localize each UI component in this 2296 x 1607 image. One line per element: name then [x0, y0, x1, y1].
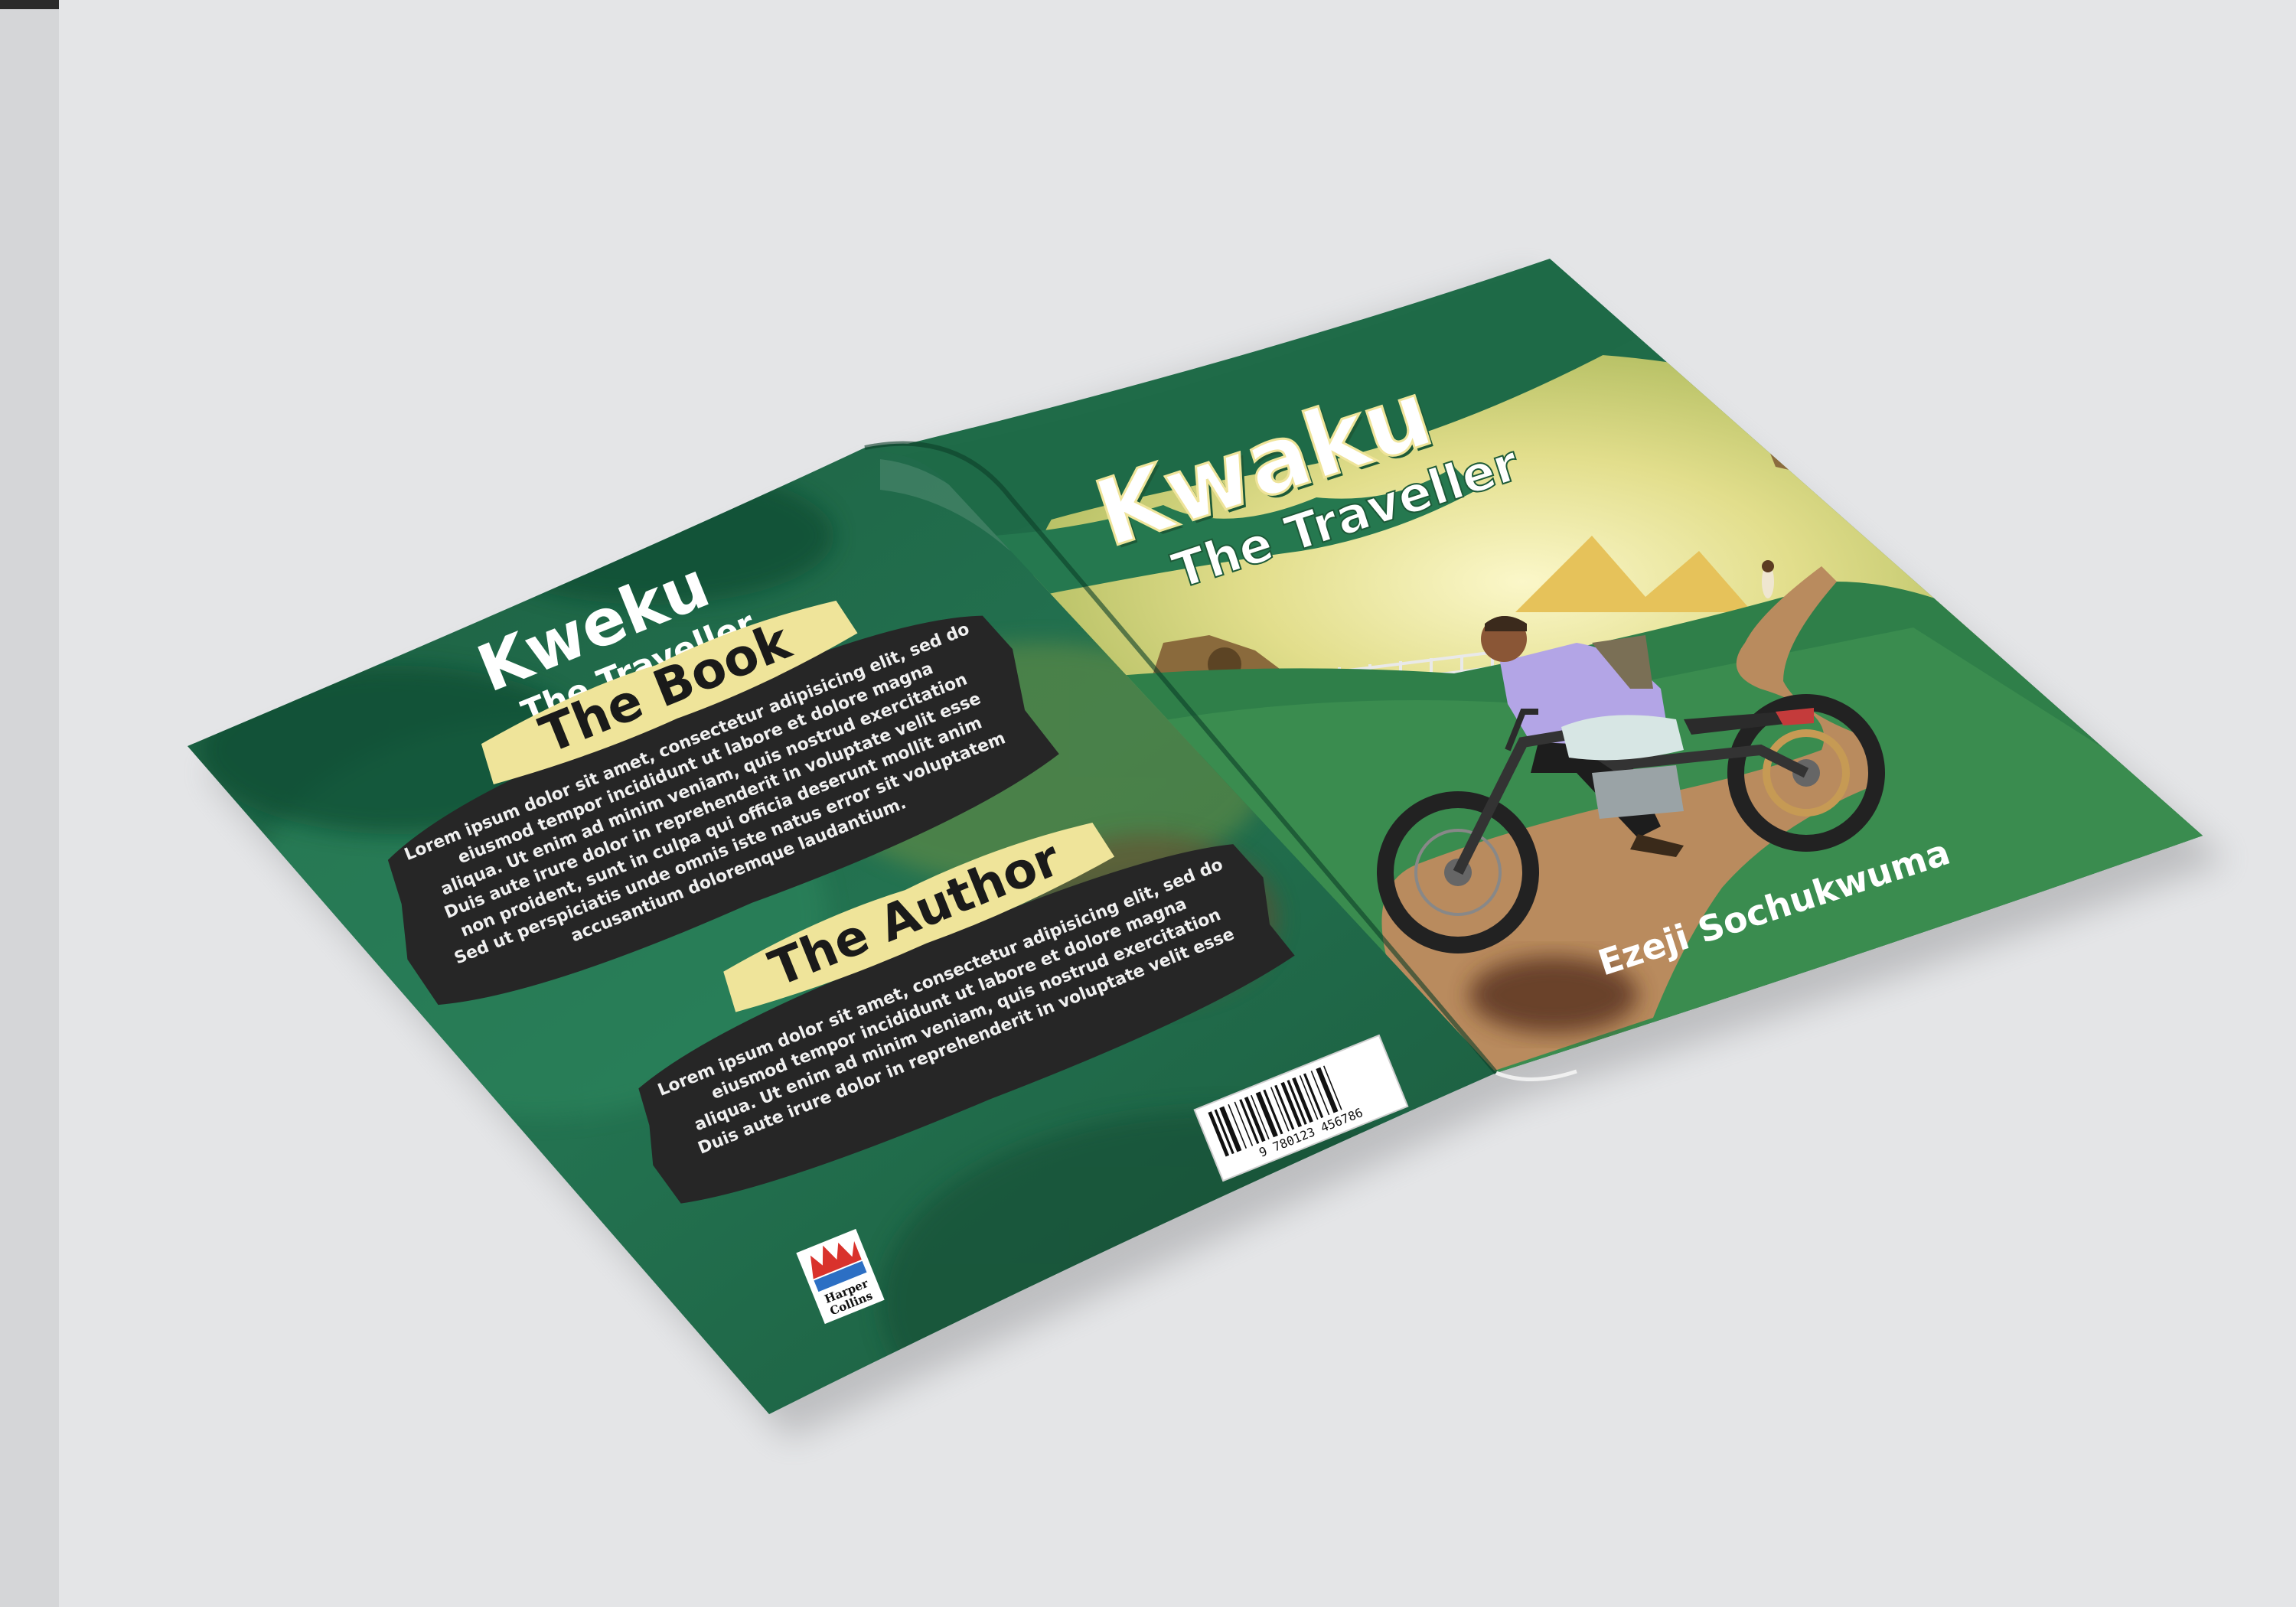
book-svg: Kwaku Kwaku The Traveller Ezeji Sochukwu… — [188, 259, 2227, 1439]
fuel-tank — [1561, 715, 1684, 761]
engine-block — [1592, 765, 1684, 819]
book-mockup-scene: Kwaku Kwaku The Traveller Ezeji Sochukwu… — [0, 0, 2296, 1607]
